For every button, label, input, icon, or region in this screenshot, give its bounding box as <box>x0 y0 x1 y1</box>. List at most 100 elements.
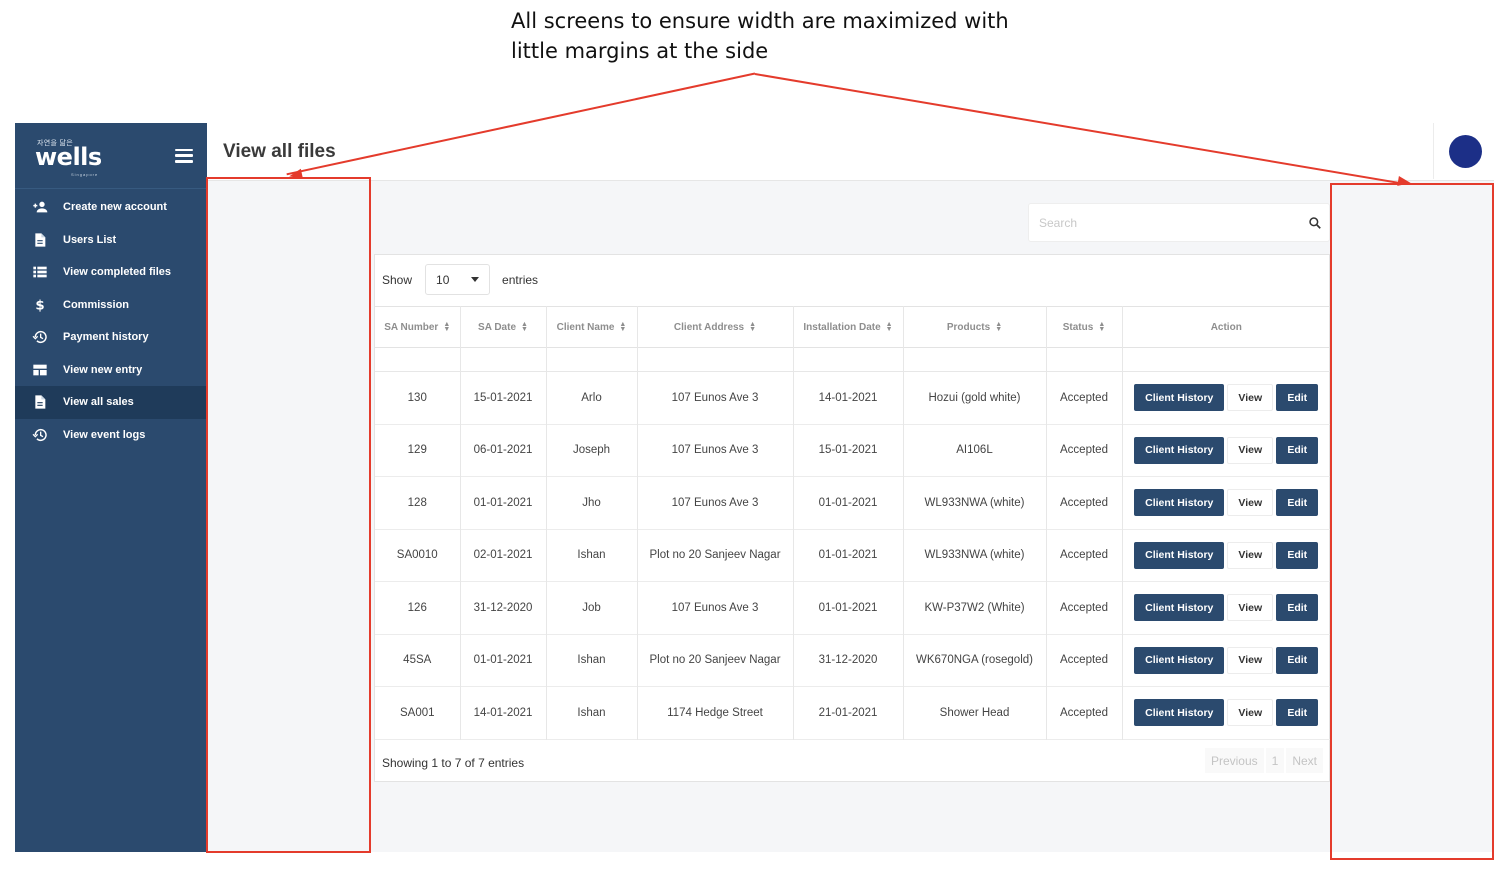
main-content: Show 10 entries SA Number▲▼ SA Date▲▼ Cl… <box>207 181 1494 852</box>
cell-actions: Client History View Edit <box>1122 687 1330 740</box>
cell-products: WL933NWA (white) <box>903 529 1047 582</box>
column-header-installation-date[interactable]: Installation Date ▲ ▼ <box>793 306 904 348</box>
document-icon <box>31 231 49 249</box>
view-button[interactable]: View <box>1227 699 1274 727</box>
previous-page-button[interactable]: Previous <box>1204 748 1264 773</box>
edit-button[interactable]: Edit <box>1276 384 1319 412</box>
cell-products: WL933NWA (white) <box>903 476 1047 529</box>
cell-installation-date: 21-01-2021 <box>793 686 904 739</box>
logo-subtitle: Singapore <box>71 171 99 177</box>
search-icon[interactable] <box>1308 216 1322 230</box>
column-header-client-address[interactable]: Client Address ▲ ▼ <box>637 306 794 348</box>
column-header-sa-date[interactable]: SA Date ▲ ▼ <box>460 306 547 348</box>
column-header-products[interactable]: Products ▲ ▼ <box>903 306 1047 348</box>
wells-logo[interactable]: 자연을 닮은 wells Singapore <box>35 134 115 178</box>
sidebar-item-create-new-account[interactable]: Create new account <box>15 191 207 224</box>
list-icon <box>31 263 49 281</box>
view-button[interactable]: View <box>1227 594 1274 622</box>
column-header-sa-number[interactable]: SA Number ▲ ▼ <box>375 306 461 348</box>
menu-toggle-icon[interactable] <box>175 148 193 163</box>
edit-button[interactable]: Edit <box>1276 541 1319 569</box>
sales-table-card: Show 10 entries SA Number ▲ ▼ SA Date ▲ ▼ Cl… <box>374 254 1330 782</box>
cell-installation-date: 31-12-2020 <box>793 634 904 687</box>
cell-sa-date: 02-01-2021 <box>460 529 547 582</box>
cell-actions: Client History View Edit <box>1122 634 1330 687</box>
sort-icon: ▲ ▼ <box>1098 320 1106 333</box>
cell-client-name: Ishan <box>546 686 638 739</box>
view-button[interactable]: View <box>1227 436 1274 464</box>
search-input[interactable] <box>1029 204 1299 241</box>
sort-icon: ▲ ▼ <box>995 320 1003 333</box>
cell-status: Accepted <box>1046 424 1123 477</box>
sidebar-item-view-event-logs[interactable]: View event logs <box>15 419 207 452</box>
column-header-action: Action <box>1210 321 1242 333</box>
page-title: View all files <box>223 141 336 162</box>
table-row: 45SA 01-01-2021 Ishan Plot no 20 Sanjeev… <box>375 634 1330 687</box>
cell-client-address: 1174 Hedge Street <box>637 686 794 739</box>
cell-installation-date: 01-01-2021 <box>793 529 904 582</box>
cell-products: AI106L <box>903 424 1047 477</box>
history-icon <box>31 328 49 346</box>
client-history-button[interactable]: Client History <box>1134 541 1225 569</box>
client-history-button[interactable]: Client History <box>1134 384 1225 412</box>
sidebar-item-view-all-sales[interactable]: View all sales <box>15 386 207 419</box>
sidebar-item-view-new-entry[interactable]: View new entry <box>15 354 207 387</box>
table-row: SA0010 02-01-2021 Ishan Plot no 20 Sanje… <box>375 529 1330 582</box>
cell-actions: Client History View Edit <box>1122 529 1330 582</box>
cell-actions: Client History View Edit <box>1122 372 1330 425</box>
sort-icon: ▲ ▼ <box>885 320 893 333</box>
client-history-button[interactable]: Client History <box>1134 594 1225 622</box>
client-history-button[interactable]: Client History <box>1134 436 1225 464</box>
sidebar-item-payment-history[interactable]: Payment history <box>15 321 207 354</box>
table-header-row: SA Number ▲ ▼ SA Date ▲ ▼ Client Name ▲ ▼ Clie… <box>375 306 1330 348</box>
edit-button[interactable]: Edit <box>1276 646 1319 674</box>
table-row: 130 15-01-2021 Arlo 107 Eunos Ave 3 14-0… <box>375 371 1330 425</box>
cell-products: WK670NGA (rosegold) <box>903 634 1047 687</box>
client-history-button[interactable]: Client History <box>1134 489 1225 517</box>
edit-button[interactable]: Edit <box>1276 594 1319 622</box>
cell-sa-number: 129 <box>375 424 461 477</box>
page-length-select[interactable]: 10 <box>425 264 491 295</box>
user-avatar[interactable] <box>1449 135 1482 168</box>
table-row: 126 31-12-2020 Job 107 Eunos Ave 3 01-01… <box>375 581 1330 634</box>
cell-sa-date: 06-01-2021 <box>460 424 547 477</box>
cell-status: Accepted <box>1046 634 1123 687</box>
edit-button[interactable]: Edit <box>1276 699 1319 727</box>
cell-sa-number: 126 <box>375 581 461 634</box>
column-header-status[interactable]: Status ▲ ▼ <box>1046 306 1123 348</box>
sort-icon: ▲ ▼ <box>749 320 757 333</box>
add-user-icon <box>31 198 49 216</box>
next-page-button[interactable]: Next <box>1286 748 1323 773</box>
edit-button[interactable]: Edit <box>1276 489 1319 517</box>
page-number-button[interactable]: 1 <box>1265 748 1285 773</box>
chevron-down-icon <box>471 277 480 282</box>
table-row: SA001 14-01-2021 Ishan 1174 Hedge Street… <box>375 686 1330 740</box>
cell-products: Hozui (gold white) <box>903 371 1047 424</box>
cell-client-address: 107 Eunos Ave 3 <box>637 581 794 634</box>
sidebar-item-commission[interactable]: $ Commission <box>15 289 207 322</box>
view-button[interactable]: View <box>1227 646 1274 674</box>
table-row: 128 01-01-2021 Jho 107 Eunos Ave 3 01-01… <box>375 476 1330 529</box>
left-margin-highlight <box>206 177 371 853</box>
cell-sa-date: 15-01-2021 <box>460 371 547 424</box>
cell-client-name: Arlo <box>546 371 638 424</box>
client-history-button[interactable]: Client History <box>1134 646 1225 674</box>
cell-sa-number: 130 <box>375 371 461 424</box>
cell-client-name: Joseph <box>546 424 638 477</box>
cell-client-address: 107 Eunos Ave 3 <box>637 424 794 477</box>
entries-label: entries <box>502 272 539 287</box>
pagination: Previous 1 Next <box>1204 748 1323 773</box>
cell-products: Shower Head <box>903 686 1047 739</box>
client-history-button[interactable]: Client History <box>1134 699 1225 727</box>
history-icon <box>31 426 49 444</box>
sidebar-item-view-completed-files[interactable]: View completed files <box>15 256 207 289</box>
cell-client-address: 107 Eunos Ave 3 <box>637 371 794 424</box>
edit-button[interactable]: Edit <box>1276 436 1319 464</box>
view-button[interactable]: View <box>1227 489 1274 517</box>
view-button[interactable]: View <box>1227 384 1274 412</box>
sidebar-item-users-list[interactable]: Users List <box>15 224 207 257</box>
view-button[interactable]: View <box>1227 541 1274 569</box>
cell-sa-number: SA001 <box>375 686 461 739</box>
top-bar: View all files <box>207 123 1494 181</box>
column-header-client-name[interactable]: Client Name ▲ ▼ <box>546 306 638 348</box>
